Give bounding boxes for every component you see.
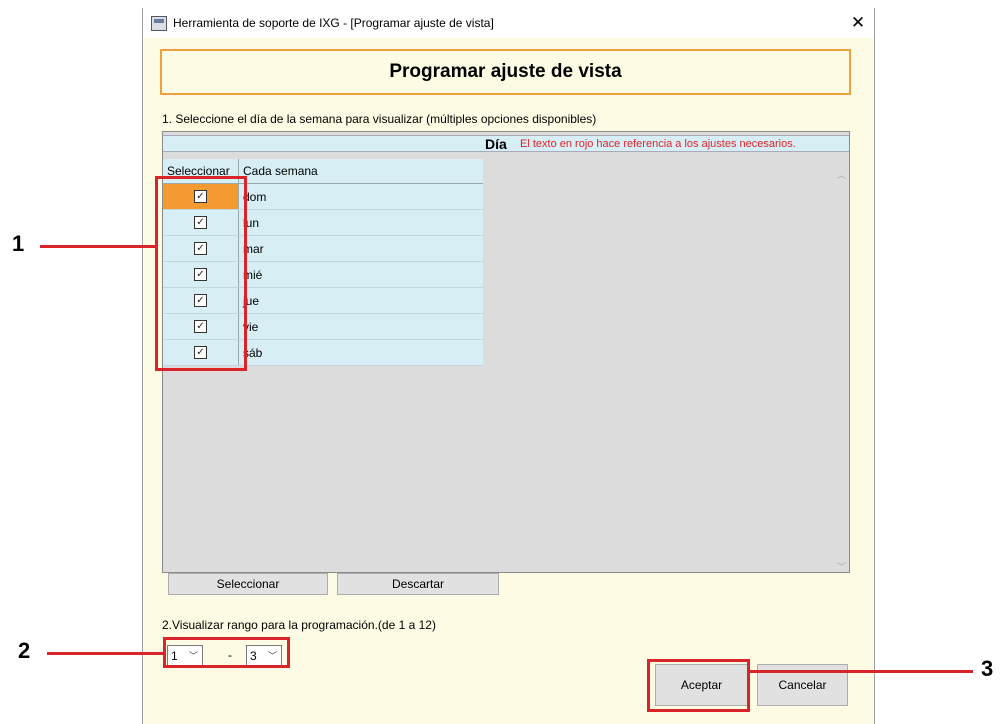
day-label: mié — [243, 267, 263, 282]
callout-box-1 — [155, 176, 247, 371]
step2-label: 2.Visualizar rango para la programación.… — [162, 618, 436, 632]
callout-number-2: 2 — [18, 638, 31, 663]
day-label: vie — [243, 319, 259, 334]
title-bar: Herramienta de soporte de IXG - [Program… — [143, 8, 874, 38]
day-label: lun — [243, 215, 260, 230]
required-settings-note: El texto en rojo hace referencia a los a… — [520, 138, 796, 150]
discard-button[interactable]: Descartar — [337, 573, 499, 595]
dialog-heading: Programar ajuste de vista — [160, 49, 851, 95]
dialog-window: Herramienta de soporte de IXG - [Program… — [142, 8, 875, 724]
day-label: sáb — [243, 345, 263, 360]
callout-number-1: 1 — [12, 231, 25, 256]
day-grid: Día El texto en rojo hace referencia a l… — [162, 131, 850, 573]
callout-number-3: 3 — [981, 656, 994, 681]
callout-line-3 — [750, 670, 973, 673]
callout-line-1 — [40, 245, 155, 248]
day-label: dom — [243, 189, 267, 204]
app-icon — [151, 16, 167, 31]
day-label: jue — [243, 293, 260, 308]
day-group-label: Día — [485, 136, 507, 152]
day-group-header: Día El texto en rojo hace referencia a l… — [163, 135, 849, 152]
window-title: Herramienta de soporte de IXG - [Program… — [173, 16, 494, 30]
callout-line-2 — [47, 652, 163, 655]
callout-box-2 — [163, 637, 290, 668]
day-label: mar — [243, 241, 264, 256]
close-icon[interactable]: ✕ — [847, 12, 869, 34]
callout-box-3 — [647, 659, 750, 712]
scroll-up-icon[interactable]: ︿ — [837, 168, 846, 181]
scroll-down-icon[interactable]: ﹀ — [837, 560, 846, 573]
step1-label: 1. Seleccione el día de la semana para v… — [162, 112, 597, 126]
column-header-week[interactable]: Cada semana — [239, 159, 483, 183]
select-all-button[interactable]: Seleccionar — [168, 573, 328, 595]
